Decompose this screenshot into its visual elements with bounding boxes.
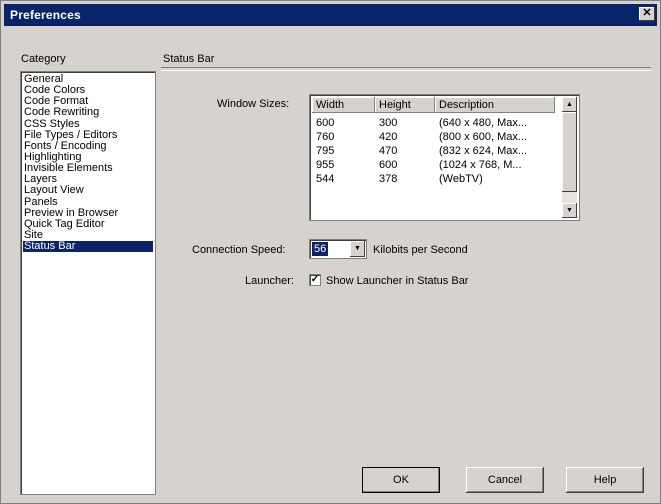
- table-row[interactable]: 600 300 (640 x 480, Max...: [312, 116, 564, 130]
- scroll-down-button[interactable]: ▼: [562, 203, 577, 218]
- window-sizes-label: Window Sizes:: [217, 98, 290, 110]
- cell-width: 955: [316, 159, 335, 171]
- panel-title: Status Bar: [163, 53, 215, 65]
- checkmark-icon: ✓: [310, 274, 320, 285]
- column-header-description[interactable]: Description: [435, 97, 555, 113]
- cell-height: 378: [379, 173, 398, 185]
- scroll-up-button[interactable]: ▲: [562, 97, 577, 112]
- table-scrollbar[interactable]: ▲ ▼: [562, 97, 577, 218]
- cell-description: (800 x 600, Max...: [439, 131, 528, 143]
- triangle-up-icon: ▲: [566, 101, 573, 108]
- show-launcher-label[interactable]: Show Launcher in Status Bar: [326, 275, 468, 287]
- launcher-label: Launcher:: [245, 275, 294, 287]
- column-header-width[interactable]: Width: [312, 97, 375, 113]
- table-row[interactable]: 955 600 (1024 x 768, M...: [312, 158, 564, 172]
- panel-title-divider: [161, 67, 651, 71]
- cell-width: 544: [316, 173, 335, 185]
- scroll-thumb[interactable]: [562, 112, 577, 192]
- window-sizes-table[interactable]: Width Height Description 600 300 (640 x …: [309, 94, 580, 221]
- table-row[interactable]: 760 420 (800 x 600, Max...: [312, 130, 564, 144]
- window-title: Preferences: [10, 8, 81, 22]
- cell-description: (640 x 480, Max...: [439, 117, 528, 129]
- title-bar: Preferences ✕: [4, 4, 657, 26]
- category-list[interactable]: General Code Colors Code Format Code Rew…: [20, 71, 156, 495]
- connection-speed-select[interactable]: 56 ▼: [309, 239, 367, 259]
- cell-description: (WebTV): [439, 173, 483, 185]
- category-item-code-rewriting[interactable]: Code Rewriting: [23, 107, 153, 118]
- connection-speed-units: Kilobits per Second: [373, 244, 468, 256]
- preferences-dialog: Preferences ✕ Category General Code Colo…: [0, 0, 661, 504]
- close-icon: ✕: [642, 7, 652, 19]
- cell-width: 795: [316, 145, 335, 157]
- cell-height: 300: [379, 117, 398, 129]
- cancel-button[interactable]: Cancel: [466, 467, 544, 493]
- chevron-down-icon: ▼: [354, 245, 361, 252]
- column-header-height[interactable]: Height: [375, 97, 435, 113]
- category-label: Category: [21, 53, 66, 65]
- dropdown-button[interactable]: ▼: [350, 241, 365, 257]
- category-item-status-bar[interactable]: Status Bar: [23, 240, 153, 253]
- show-launcher-checkbox[interactable]: ✓: [309, 274, 321, 286]
- connection-speed-label: Connection Speed:: [192, 244, 286, 256]
- cell-height: 470: [379, 145, 398, 157]
- help-button[interactable]: Help: [566, 467, 644, 493]
- cell-width: 600: [316, 117, 335, 129]
- cell-description: (832 x 624, Max...: [439, 145, 528, 157]
- cell-description: (1024 x 768, M...: [439, 159, 522, 171]
- ok-button[interactable]: OK: [362, 467, 440, 493]
- close-button[interactable]: ✕: [639, 7, 655, 21]
- table-row[interactable]: 795 470 (832 x 624, Max...: [312, 144, 564, 158]
- table-row[interactable]: 544 378 (WebTV): [312, 172, 564, 186]
- cell-width: 760: [316, 131, 335, 143]
- cell-height: 600: [379, 159, 398, 171]
- cell-height: 420: [379, 131, 398, 143]
- category-item-layout-view[interactable]: Layout View: [23, 185, 153, 196]
- connection-speed-value: 56: [312, 242, 329, 256]
- triangle-down-icon: ▼: [566, 207, 573, 214]
